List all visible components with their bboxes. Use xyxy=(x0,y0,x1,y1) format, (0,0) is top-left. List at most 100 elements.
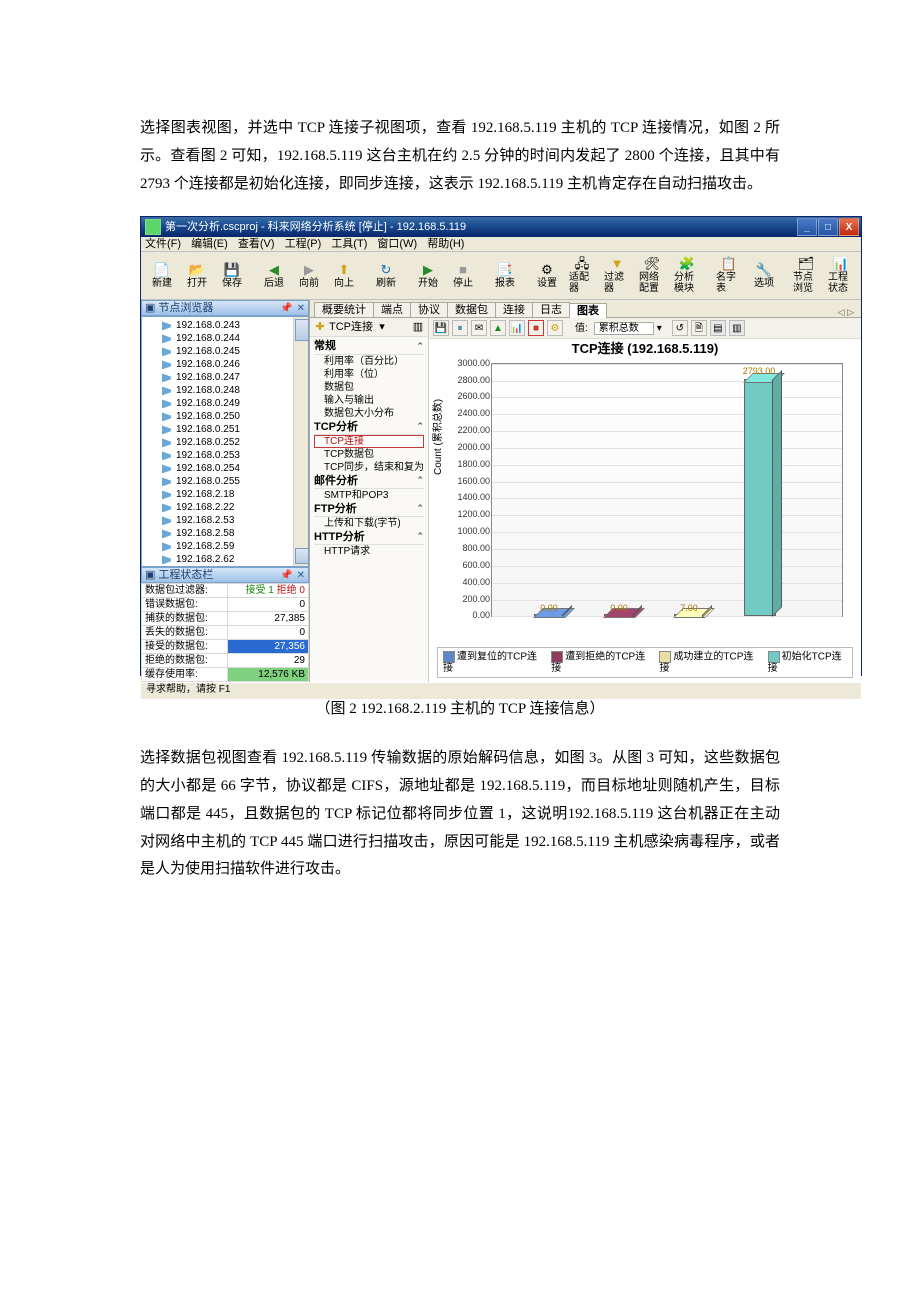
ip-list-item[interactable]: 192.168.2.22 xyxy=(162,501,308,514)
chart-type-icon[interactable]: 📊 xyxy=(509,320,525,336)
menu-file[interactable]: 文件(F) xyxy=(145,238,181,250)
panel-close-icon[interactable]: ✕ xyxy=(297,570,305,581)
tree-item[interactable]: 数据包 xyxy=(314,381,424,394)
tree-item[interactable]: 利用率（百分比） xyxy=(314,355,424,368)
ip-list-item[interactable]: 192.168.0.251 xyxy=(162,423,308,436)
close-button[interactable]: X xyxy=(839,218,859,236)
maximize-button[interactable]: □ xyxy=(818,218,838,236)
tab-log[interactable]: 日志 xyxy=(532,302,570,317)
tool3-icon[interactable]: ▤ xyxy=(710,320,726,336)
tab-summary[interactable]: 概要统计 xyxy=(314,302,374,317)
ip-list-item[interactable]: 192.168.2.58 xyxy=(162,527,308,540)
toolbar: 📄新建 📂打开 💾保存 ◀后退 ▶向前 ⬆向上 ↻刷新 ▶开始 ■停止 📑报表 … xyxy=(141,252,861,300)
tree-item[interactable]: TCP连接 xyxy=(314,435,424,448)
pin-icon[interactable]: 📌 xyxy=(280,570,292,581)
layer-icon[interactable]: ▲ xyxy=(490,320,506,336)
scrollbar-down[interactable] xyxy=(295,548,309,564)
tool2-icon[interactable]: 🗎 xyxy=(691,320,707,336)
ip-list-item[interactable]: 192.168.2.124 xyxy=(162,566,308,567)
tool1-icon[interactable]: ↺ xyxy=(672,320,688,336)
ip-list-item[interactable]: 192.168.0.250 xyxy=(162,410,308,423)
tree-item[interactable]: TCP数据包 xyxy=(314,448,424,461)
tree-mail[interactable]: 邮件分析⌃ xyxy=(314,474,424,489)
tab-packets[interactable]: 数据包 xyxy=(447,302,496,317)
dropdown-icon[interactable]: ▾ xyxy=(657,323,662,334)
menu-help[interactable]: 帮助(H) xyxy=(427,238,464,250)
tb-projstat[interactable]: 📊工程状态 xyxy=(824,254,858,296)
save-chart-icon[interactable]: 💾 xyxy=(433,320,449,336)
ip-list-item[interactable]: 192.168.0.245 xyxy=(162,345,308,358)
tool4-icon[interactable]: ▥ xyxy=(729,320,745,336)
tb-nametab[interactable]: 📋名字表 xyxy=(712,254,746,296)
tb-fwd[interactable]: ▶向前 xyxy=(292,260,326,291)
tree-item[interactable]: 输入与输出 xyxy=(314,394,424,407)
tb-options[interactable]: 🔧选项 xyxy=(747,260,781,291)
tool-icon[interactable]: ▥ xyxy=(411,320,425,334)
tb-refresh[interactable]: ↻刷新 xyxy=(369,260,403,291)
report-icon: 📑 xyxy=(497,262,513,278)
tree-item[interactable]: SMTP和POP3 xyxy=(314,489,424,502)
tb-save[interactable]: 💾保存 xyxy=(215,260,249,291)
menu-project[interactable]: 工程(P) xyxy=(285,238,322,250)
ip-list-item[interactable]: 192.168.2.59 xyxy=(162,540,308,553)
tb-new[interactable]: 📄新建 xyxy=(145,260,179,291)
dropdown-icon[interactable]: ▾ xyxy=(375,320,389,334)
tb-netcfg[interactable]: 🛠网络配置 xyxy=(635,254,669,296)
menu-tools[interactable]: 工具(T) xyxy=(331,238,367,250)
ip-list-item[interactable]: 192.168.0.243 xyxy=(162,319,308,332)
tree-item[interactable]: 上传和下载(字节) xyxy=(314,517,424,530)
pin-icon[interactable]: 📌 xyxy=(280,303,292,314)
ip-list-item[interactable]: 192.168.0.253 xyxy=(162,449,308,462)
tb-module[interactable]: 🧩分析模块 xyxy=(670,254,704,296)
tree-item[interactable]: TCP同步，结束和复为 xyxy=(314,461,424,474)
tab-chart[interactable]: 图表 xyxy=(569,303,607,318)
tb-back[interactable]: ◀后退 xyxy=(257,260,291,291)
tb-report[interactable]: 📑报表 xyxy=(488,260,522,291)
ip-list[interactable]: 192.168.0.243192.168.0.244192.168.0.2451… xyxy=(141,316,309,567)
ip-list-item[interactable]: 192.168.0.244 xyxy=(162,332,308,345)
mail-icon[interactable]: ✉ xyxy=(471,320,487,336)
minimize-button[interactable]: _ xyxy=(797,218,817,236)
ip-list-item[interactable]: 192.168.2.53 xyxy=(162,514,308,527)
tree-general[interactable]: 常规⌃ xyxy=(314,339,424,354)
ip-list-item[interactable]: 192.168.0.254 xyxy=(162,462,308,475)
menu-view[interactable]: 查看(V) xyxy=(238,238,275,250)
ip-list-item[interactable]: 192.168.0.246 xyxy=(162,358,308,371)
tb-adapter[interactable]: 🖧适配器 xyxy=(565,254,599,296)
tab-protocol[interactable]: 协议 xyxy=(410,302,448,317)
tcp-conn-dropdown[interactable]: TCP连接 xyxy=(329,321,373,333)
tree-item[interactable]: 数据包大小分布 xyxy=(314,407,424,420)
metric-select[interactable]: 累积总数 xyxy=(594,322,654,335)
scrollbar-thumb[interactable] xyxy=(295,319,309,341)
add-chart-icon[interactable]: ✚ xyxy=(313,320,327,334)
menu-edit[interactable]: 编辑(E) xyxy=(191,238,228,250)
pause-icon[interactable]: ⏸ xyxy=(452,320,468,336)
tab-conn[interactable]: 连接 xyxy=(495,302,533,317)
tb-settings[interactable]: ⚙设置 xyxy=(530,260,564,291)
gear-icon[interactable]: ⚙ xyxy=(547,320,563,336)
ip-list-item[interactable]: 192.168.0.249 xyxy=(162,397,308,410)
tb-stop[interactable]: ■停止 xyxy=(446,260,480,291)
tb-filter[interactable]: ▼过滤器 xyxy=(600,254,634,296)
ip-list-item[interactable]: 192.168.0.247 xyxy=(162,371,308,384)
ip-list-item[interactable]: 192.168.0.255 xyxy=(162,475,308,488)
tb-start[interactable]: ▶开始 xyxy=(411,260,445,291)
ip-list-item[interactable]: 192.168.2.18 xyxy=(162,488,308,501)
menu-window[interactable]: 窗口(W) xyxy=(377,238,417,250)
scrollbar[interactable] xyxy=(293,317,308,566)
reset-icon[interactable]: ■ xyxy=(528,320,544,336)
tree-ftp[interactable]: FTP分析⌃ xyxy=(314,502,424,517)
tree-http[interactable]: HTTP分析⌃ xyxy=(314,530,424,545)
tree-item[interactable]: HTTP请求 xyxy=(314,545,424,558)
ip-list-item[interactable]: 192.168.0.248 xyxy=(162,384,308,397)
ip-list-item[interactable]: 192.168.2.62 xyxy=(162,553,308,566)
ip-list-item[interactable]: 192.168.0.252 xyxy=(162,436,308,449)
tab-endpoint[interactable]: 端点 xyxy=(373,302,411,317)
tb-up[interactable]: ⬆向上 xyxy=(327,260,361,291)
tb-open[interactable]: 📂打开 xyxy=(180,260,214,291)
tb-nodeview[interactable]: 🗂节点浏览 xyxy=(789,254,823,296)
panel-close-icon[interactable]: ✕ xyxy=(297,303,305,314)
tree-item[interactable]: 利用率（位） xyxy=(314,368,424,381)
tree-tcp[interactable]: TCP分析⌃ xyxy=(314,420,424,435)
tab-nav[interactable]: ◁ ▷ xyxy=(838,308,857,318)
